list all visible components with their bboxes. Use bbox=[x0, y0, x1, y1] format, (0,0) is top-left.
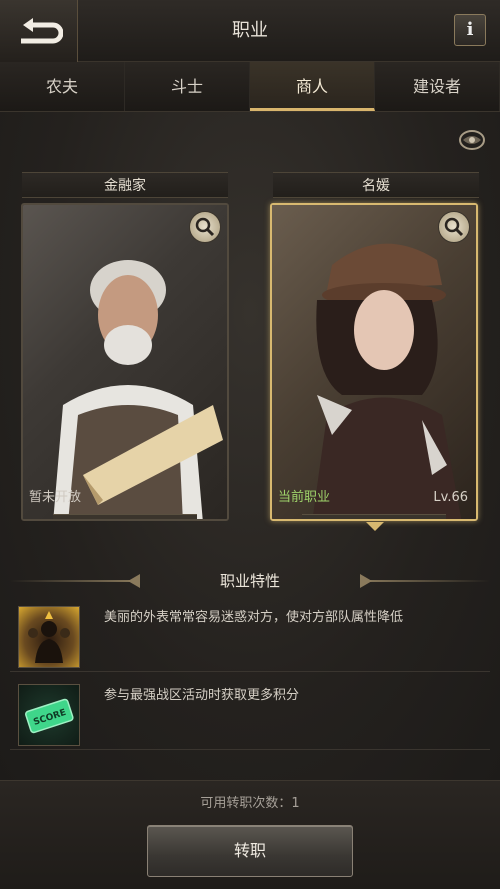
profession-tabs: 农夫 斗士 商人 建设者 bbox=[0, 62, 500, 112]
tab-builder[interactable]: 建设者 bbox=[375, 62, 500, 111]
transfer-button[interactable]: 转职 bbox=[147, 825, 353, 877]
trait-text: 参与最强战区活动时获取更多积分 bbox=[104, 688, 300, 703]
back-arrow-icon bbox=[20, 18, 63, 44]
socialite-portrait bbox=[272, 205, 476, 519]
magnifier-icon bbox=[195, 217, 215, 237]
magnifier-icon bbox=[444, 217, 464, 237]
tab-fighter[interactable]: 斗士 bbox=[125, 62, 250, 111]
tab-farmer[interactable]: 农夫 bbox=[0, 62, 125, 111]
tab-merchant[interactable]: 商人 bbox=[250, 62, 375, 111]
card-status: 暂未开放 bbox=[29, 490, 82, 505]
profession-card-socialite[interactable]: 当前职业 Lv.66 bbox=[270, 203, 478, 521]
financier-portrait bbox=[23, 205, 227, 519]
score-ticket-icon: SCORE bbox=[18, 684, 80, 746]
financier-figure bbox=[53, 260, 223, 519]
transfer-count: 可用转职次数：1 bbox=[200, 796, 300, 811]
card-level: Lv.66 bbox=[433, 490, 468, 505]
trait-text: 美丽的外表常常容易迷惑对方，使对方部队属性降低 bbox=[104, 610, 404, 625]
back-button[interactable] bbox=[0, 0, 78, 62]
page-title: 职业 bbox=[232, 20, 268, 41]
zoom-button[interactable] bbox=[189, 211, 221, 243]
eye-toggle-icon[interactable] bbox=[458, 128, 486, 152]
card-label-financier: 金融家 bbox=[22, 172, 228, 198]
socialite-figure bbox=[312, 243, 462, 519]
card-status: 当前职业 bbox=[278, 490, 331, 505]
zoom-button[interactable] bbox=[438, 211, 470, 243]
profession-card-financier[interactable]: 暂未开放 bbox=[21, 203, 229, 521]
selected-pointer-icon bbox=[366, 522, 384, 531]
card-label-socialite: 名媛 bbox=[273, 172, 479, 198]
troop-debuff-icon bbox=[18, 606, 80, 668]
divider bbox=[360, 580, 490, 582]
info-button[interactable]: i bbox=[454, 14, 486, 46]
card-bottom-bar bbox=[53, 514, 197, 519]
trait-row: 美丽的外表常常容易迷惑对方，使对方部队属性降低 bbox=[10, 600, 490, 672]
card-bottom-bar bbox=[302, 514, 446, 519]
header-bar: 职业 i bbox=[0, 0, 500, 62]
trait-row: SCORE 参与最强战区活动时获取更多积分 bbox=[10, 678, 490, 750]
